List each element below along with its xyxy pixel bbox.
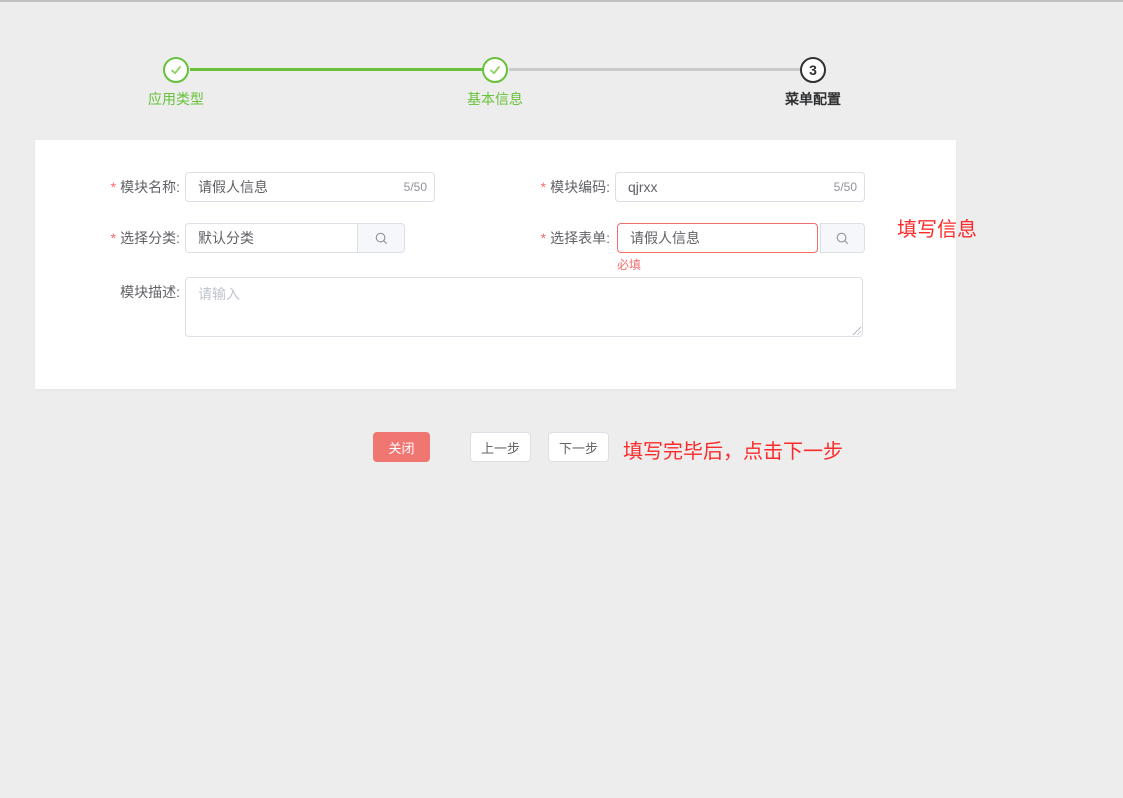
required-mark: * [540, 179, 547, 195]
form-select-field-wrap [617, 223, 818, 253]
next-step-button[interactable]: 下一步 [548, 432, 609, 462]
step-3-circle: 3 [800, 57, 826, 83]
step-3-number: 3 [809, 62, 817, 78]
step-2-label: 基本信息 [467, 91, 523, 107]
form-select-label: * 选择表单: [540, 230, 610, 246]
category-search-button[interactable] [357, 223, 405, 253]
form-select-error: 必填 [617, 258, 642, 272]
module-code-label: * 模块编码: [540, 179, 610, 195]
module-name-input[interactable] [185, 172, 435, 202]
step-3-label: 菜单配置 [785, 91, 841, 107]
form-select-search-button[interactable] [820, 223, 865, 253]
search-icon [836, 232, 848, 244]
check-icon [490, 66, 500, 75]
annotation-after-fill: 填写完毕后，点击下一步 [623, 441, 843, 463]
required-mark: * [110, 179, 117, 195]
form-select-input[interactable] [617, 223, 818, 253]
category-field-wrap [185, 223, 358, 253]
check-icon [171, 66, 181, 75]
module-code-input[interactable] [615, 172, 865, 202]
module-desc-textarea[interactable] [185, 277, 863, 337]
page: 3 应用类型 基本信息 菜单配置 *模块名称: 5/50 *模块编码: 5/50… [0, 0, 1123, 798]
module-code-field-wrap: 5/50 [615, 172, 865, 202]
step-2-circle [482, 57, 508, 83]
required-mark: * [110, 230, 117, 246]
annotation-fill-info: 填写信息 [897, 219, 977, 241]
prev-step-button[interactable]: 上一步 [470, 432, 531, 462]
step-connector-done [190, 68, 482, 71]
form-panel: *模块名称: 5/50 *模块编码: 5/50 *选择分类: [35, 140, 956, 389]
category-input[interactable] [185, 223, 358, 253]
step-1-label: 应用类型 [148, 91, 204, 107]
close-button[interactable]: 关闭 [373, 432, 430, 462]
module-desc-label: 模块描述: [120, 284, 180, 300]
search-icon [375, 232, 387, 244]
step-1-circle [163, 57, 189, 83]
module-name-field-wrap: 5/50 [185, 172, 435, 202]
step-connector-todo [509, 68, 800, 71]
module-name-label: * 模块名称: [110, 179, 180, 195]
category-label: * 选择分类: [110, 230, 180, 246]
required-mark: * [540, 230, 547, 246]
